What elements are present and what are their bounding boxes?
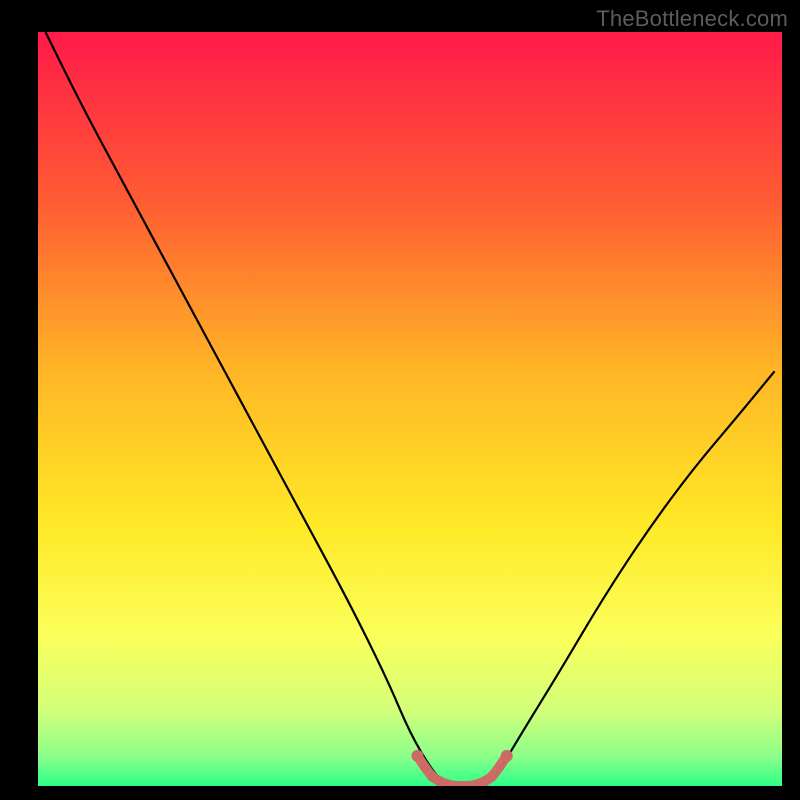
chart-svg: [38, 32, 782, 786]
chart-background: [38, 32, 782, 786]
frame-border-bottom: [0, 786, 800, 800]
frame-border-right: [782, 0, 800, 800]
chart-frame: TheBottleneck.com: [0, 0, 800, 800]
chart-plot-area: [38, 32, 782, 786]
watermark-text: TheBottleneck.com: [596, 6, 788, 32]
frame-border-left: [0, 0, 38, 800]
